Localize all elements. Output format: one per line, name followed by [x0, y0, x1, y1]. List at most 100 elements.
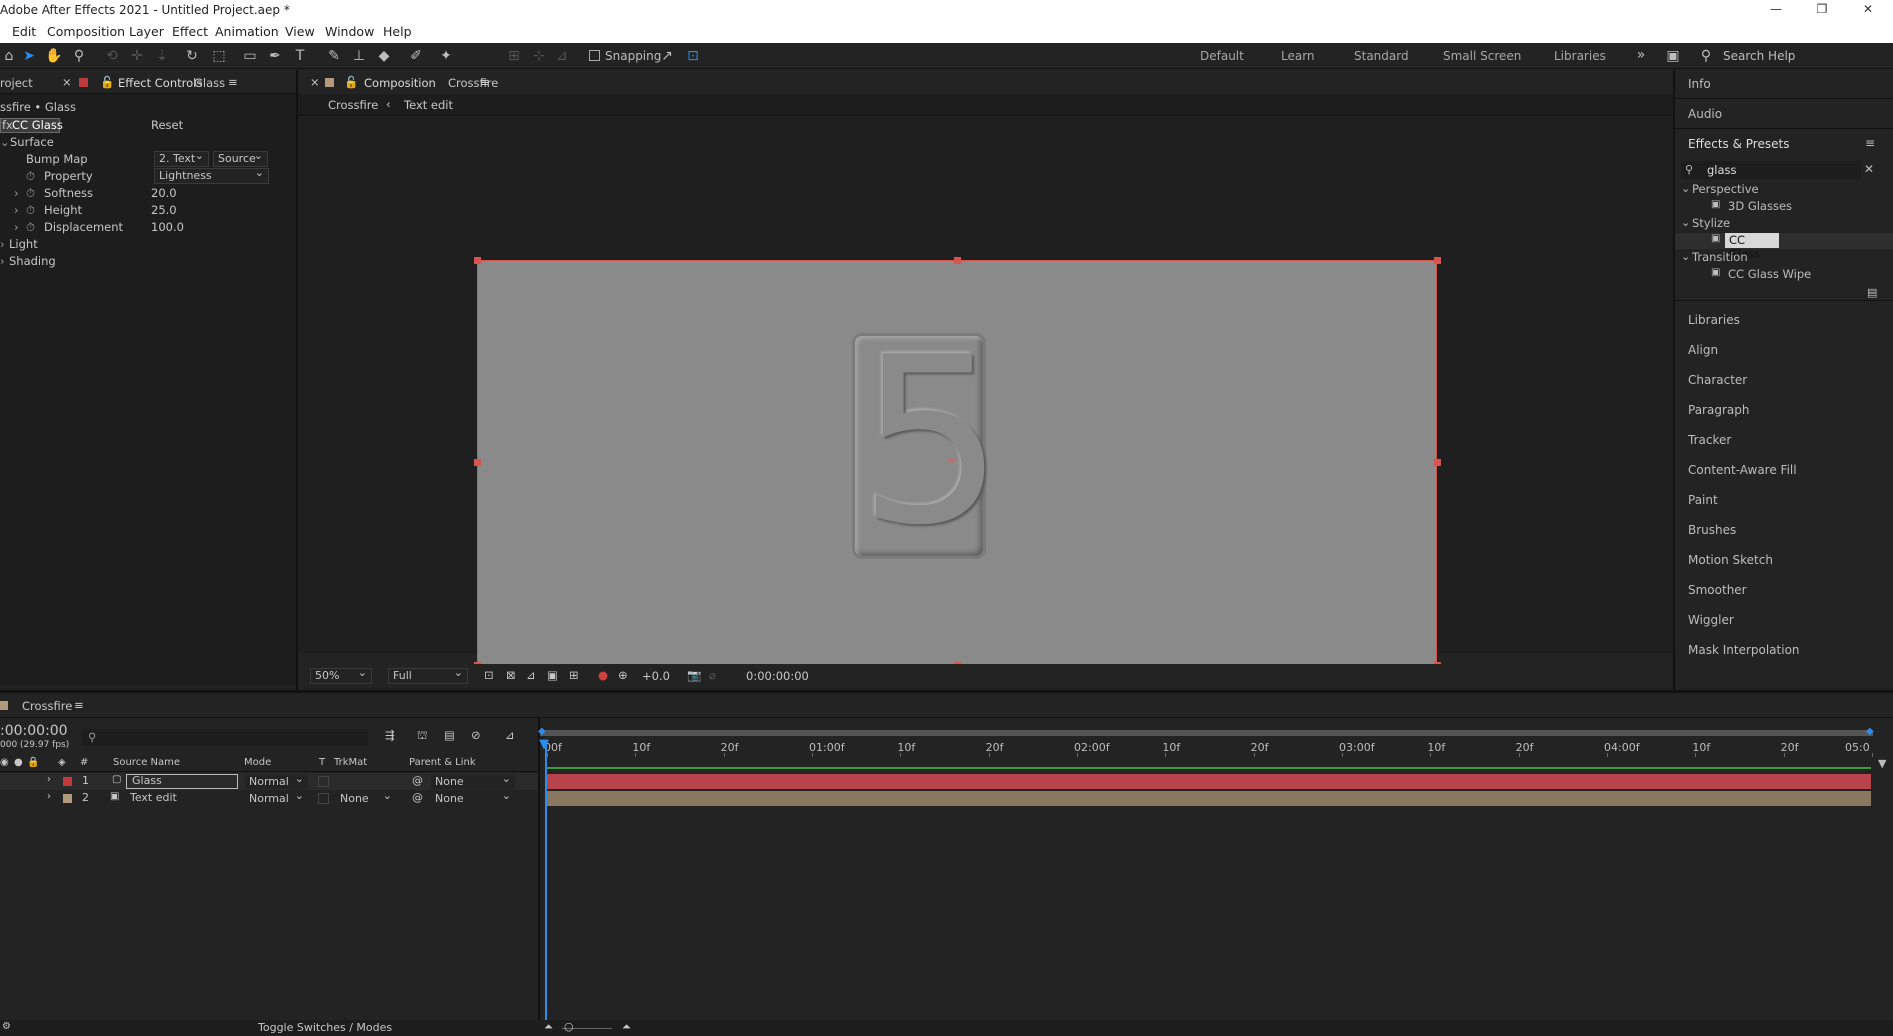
timeline-timecode[interactable]: :00:00:00: [0, 723, 68, 739]
panel-align[interactable]: Align: [1688, 343, 1718, 357]
effects-presets-tab[interactable]: Effects & Presets: [1688, 137, 1789, 151]
timeline-search-input[interactable]: [82, 729, 368, 746]
info-panel-tab[interactable]: Info: [1688, 77, 1711, 91]
group-perspective[interactable]: Perspective: [1692, 182, 1759, 196]
reset-button[interactable]: Reset: [151, 118, 183, 132]
transform-handle-tr[interactable]: [1434, 257, 1441, 264]
group-transition[interactable]: Transition: [1692, 250, 1748, 264]
parent-pickwhip-icon[interactable]: @: [412, 791, 423, 804]
region-of-interest-icon[interactable]: ▣: [547, 668, 558, 682]
effects-search-value[interactable]: glass: [1707, 163, 1737, 177]
panel-libraries[interactable]: Libraries: [1688, 313, 1740, 327]
shy-layers-icon[interactable]: ▤: [444, 728, 455, 742]
anchor-point-icon[interactable]: ⌖: [948, 453, 956, 469]
layer-name[interactable]: Glass: [132, 774, 162, 787]
selection-tool-icon[interactable]: ➤: [20, 47, 38, 65]
search-help-field[interactable]: Search Help: [1723, 49, 1795, 63]
exposure-value[interactable]: +0.0: [642, 669, 670, 683]
light-twirl-icon[interactable]: ›: [0, 237, 5, 251]
zoom-tool-icon[interactable]: ⚲: [70, 47, 88, 65]
menu-help[interactable]: Help: [383, 24, 412, 39]
playhead-handle-icon[interactable]: ▼: [539, 737, 549, 752]
toggle-switches-modes-button[interactable]: Toggle Switches / Modes: [258, 1021, 392, 1034]
transform-handle-mr[interactable]: [1434, 459, 1441, 466]
minimize-icon[interactable]: —: [1766, 2, 1786, 16]
menu-window[interactable]: Window: [325, 24, 374, 39]
panel-paint[interactable]: Paint: [1688, 493, 1718, 507]
time-ruler[interactable]: 00f 10f 20f 01:00f 10f 20f 02:00f 10f 20f 03:00f 1…: [540, 737, 1873, 757]
comp-crumb-active[interactable]: Crossfire: [328, 98, 378, 112]
transform-handle-ml[interactable]: [474, 459, 481, 466]
layer-bar-text-edit[interactable]: [547, 791, 1871, 806]
graph-editor-icon[interactable]: ⊿: [505, 728, 515, 742]
softness-twirl-icon[interactable]: ›: [14, 186, 19, 200]
close-tab-icon[interactable]: ×: [62, 75, 72, 89]
snapshot-icon[interactable]: 📷: [687, 668, 701, 682]
snapping-checkbox[interactable]: [589, 50, 600, 61]
workspace-default[interactable]: Default: [1200, 49, 1244, 63]
workspace-learn[interactable]: Learn: [1281, 49, 1315, 63]
displacement-stopwatch-icon[interactable]: ⏱: [26, 220, 35, 235]
bump-map-dropdown[interactable]: 2. Text: [154, 149, 209, 167]
resolution-dropdown[interactable]: Full: [388, 666, 468, 684]
workspace-standard[interactable]: Standard: [1354, 49, 1409, 63]
eraser-tool-icon[interactable]: ◆: [375, 47, 393, 65]
softness-stopwatch-icon[interactable]: ⏱: [26, 186, 35, 201]
stylize-twirl-icon[interactable]: ⌄: [1681, 216, 1690, 229]
comp-crumb-next[interactable]: Text edit: [404, 98, 453, 112]
show-snapshot-icon[interactable]: ⌀: [709, 668, 716, 682]
menu-view[interactable]: View: [285, 24, 315, 39]
close-window-icon[interactable]: ✕: [1858, 2, 1878, 16]
puppet-tool-icon[interactable]: ✦: [437, 47, 455, 65]
parent-pickwhip-icon[interactable]: @: [412, 774, 423, 787]
axis-view-icon[interactable]: ⊿: [553, 47, 571, 65]
comp-panel-menu-icon[interactable]: ≡: [480, 75, 490, 89]
close-comp-tab-icon[interactable]: ×: [310, 75, 320, 89]
comp-viewer[interactable]: 5 ⌖: [298, 117, 1673, 669]
transparency-grid-icon[interactable]: ⊠: [506, 668, 516, 682]
hand-tool-icon[interactable]: ✋: [45, 47, 63, 65]
layer-mode-dropdown[interactable]: Normal: [244, 772, 309, 790]
height-stopwatch-icon[interactable]: ⏱: [26, 203, 35, 218]
comp-marker-bin-icon[interactable]: ▼: [1878, 757, 1886, 770]
panel-paragraph[interactable]: Paragraph: [1688, 403, 1749, 417]
pen-tool-icon[interactable]: ✒: [266, 47, 284, 65]
home-icon[interactable]: ⌂: [0, 47, 18, 65]
displacement-twirl-icon[interactable]: ›: [14, 220, 19, 234]
channel-icon[interactable]: ●: [598, 668, 608, 682]
dolly-tool-icon[interactable]: ⇣: [153, 47, 171, 65]
layer-parent-dropdown[interactable]: None: [430, 789, 516, 807]
more-workspaces-icon[interactable]: »: [1632, 46, 1650, 64]
comp-flowchart-icon[interactable]: ⇶: [385, 728, 395, 742]
property-stopwatch-icon[interactable]: ⏱: [26, 169, 35, 184]
playhead[interactable]: [545, 741, 547, 1036]
workspace-libraries[interactable]: Libraries: [1554, 49, 1606, 63]
effect-3d-glasses[interactable]: 3D Glasses: [1728, 199, 1792, 213]
panel-mask-interpolation[interactable]: Mask Interpolation: [1688, 643, 1800, 657]
effect-cc-glass-wipe[interactable]: CC Glass Wipe: [1728, 267, 1811, 281]
displacement-value[interactable]: 100.0: [151, 220, 184, 234]
rotation-tool-icon[interactable]: ↻: [183, 47, 201, 65]
panel-tracker[interactable]: Tracker: [1688, 433, 1731, 447]
roto-brush-tool-icon[interactable]: ✐: [407, 47, 425, 65]
panel-content-aware-fill[interactable]: Content-Aware Fill: [1688, 463, 1797, 477]
grid-guides-icon[interactable]: ⊞: [569, 668, 579, 682]
transform-handle-tm[interactable]: [954, 257, 961, 264]
height-twirl-icon[interactable]: ›: [14, 203, 19, 217]
menu-layer[interactable]: Layer: [129, 24, 164, 39]
current-time-display[interactable]: 0:00:00:00: [746, 669, 809, 683]
workspace-layout-icon[interactable]: ▣: [1664, 47, 1682, 65]
snap-to-edges-icon[interactable]: ⊡: [684, 47, 702, 65]
mask-visibility-icon[interactable]: ⊿: [526, 668, 536, 682]
panel-brushes[interactable]: Brushes: [1688, 523, 1736, 537]
transition-twirl-icon[interactable]: ⌄: [1681, 250, 1690, 263]
zoom-slider-thumb[interactable]: ○: [564, 1020, 574, 1033]
effect-name[interactable]: CC Glass: [12, 118, 63, 132]
orbit-tool-icon[interactable]: ⟲: [103, 47, 121, 65]
render-time-icon[interactable]: ⚙: [2, 1021, 11, 1032]
bump-map-source-dropdown[interactable]: Source: [213, 149, 268, 167]
layer-label-color[interactable]: [63, 777, 72, 786]
zoom-out-icon[interactable]: ⏶: [544, 1020, 553, 1034]
perspective-twirl-icon[interactable]: ⌄: [1681, 182, 1690, 195]
shading-twirl-icon[interactable]: ›: [0, 254, 5, 268]
